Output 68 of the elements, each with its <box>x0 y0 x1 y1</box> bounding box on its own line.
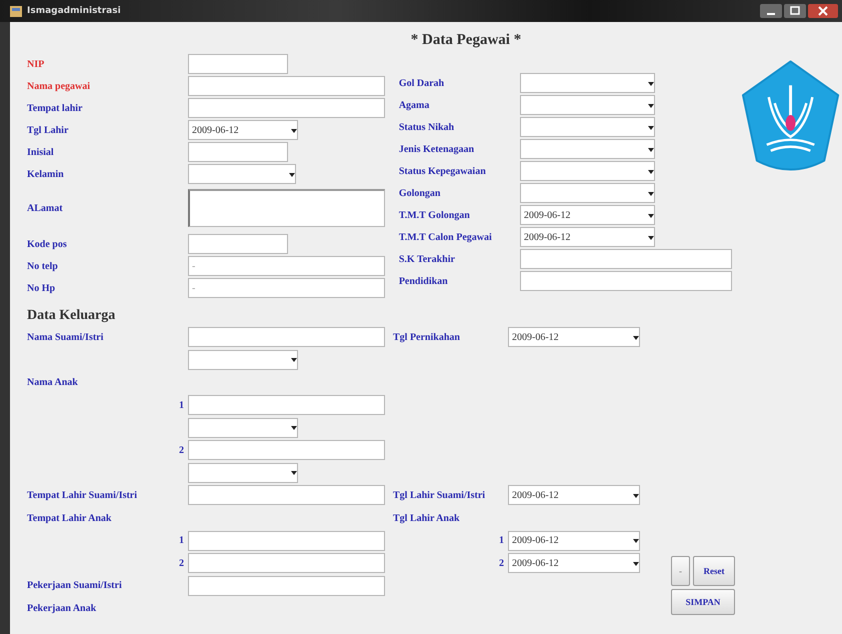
index-number: 1 <box>498 535 505 546</box>
index-number: 1 <box>178 400 185 411</box>
form-title: * Data Pegawai * <box>410 31 522 50</box>
field-label: Nama pegawai <box>27 80 92 92</box>
text-field[interactable] <box>188 553 385 574</box>
field-label: Gol Darah <box>398 78 446 88</box>
text-field[interactable] <box>188 98 385 118</box>
section-heading: Data Keluarga <box>26 307 116 325</box>
field-label: Tempat lahir <box>27 102 84 114</box>
field-label: Tempat Lahir Anak <box>27 512 112 524</box>
field-label: Kode pos <box>27 238 68 250</box>
field-label: Golongan <box>398 188 442 198</box>
text-field[interactable]: - <box>188 278 385 298</box>
maximize-icon[interactable] <box>784 4 806 18</box>
field-label: T.M.T Golongan <box>398 210 471 220</box>
field-label: Inisial <box>27 146 55 158</box>
text-field[interactable] <box>188 54 288 74</box>
field-label: Pekerjaan Anak <box>27 602 98 614</box>
text-field[interactable] <box>188 327 385 348</box>
address-textarea[interactable] <box>188 189 385 227</box>
field-label: NIP <box>27 58 46 70</box>
field-label: Tempat Lahir Suami/Istri <box>27 490 138 501</box>
reset-button[interactable]: Reset <box>693 556 735 586</box>
text-field[interactable] <box>188 234 288 254</box>
index-number: 2 <box>178 558 185 569</box>
text-field[interactable] <box>188 530 385 551</box>
field-label: Tgl Pernikahan <box>393 332 461 343</box>
field-label: Jenis Ketenagaan <box>398 144 476 154</box>
field-label: Tgl Lahir Suami/Istri <box>393 490 486 501</box>
field-label: ALamat <box>27 202 64 214</box>
close-icon[interactable] <box>808 4 838 18</box>
index-number: 1 <box>178 535 185 546</box>
date-picker[interactable]: 2009-06-12 <box>188 120 298 140</box>
date-picker[interactable]: 2009-06-12 <box>508 327 640 348</box>
field-label: Status Nikah <box>398 122 456 132</box>
field-label: Kelamin <box>27 168 65 180</box>
date-picker[interactable]: 2009-06-12 <box>508 530 640 551</box>
date-picker[interactable]: 2009-06-12 <box>508 553 640 574</box>
text-field[interactable] <box>188 485 385 506</box>
window-title: Ismagadministrasi <box>27 6 121 16</box>
save-button[interactable]: SIMPAN <box>671 588 735 615</box>
text-field[interactable] <box>188 76 385 96</box>
text-field[interactable] <box>520 249 732 269</box>
field-label: S.K Terakhir <box>398 254 456 264</box>
date-picker[interactable]: 2009-06-12 <box>520 227 655 247</box>
field-label: Agama <box>398 100 430 110</box>
field-label: Tgl Lahir Anak <box>393 512 461 524</box>
text-field[interactable]: - <box>188 256 385 276</box>
text-field[interactable] <box>520 271 732 291</box>
index-number: 2 <box>498 558 505 569</box>
field-label: No Hp <box>27 282 56 294</box>
field-label: Status Kepegawaian <box>398 166 487 176</box>
minimize-icon[interactable] <box>760 4 782 18</box>
index-number: 2 <box>178 444 185 456</box>
date-picker[interactable]: 2009-06-12 <box>508 485 640 506</box>
field-label: Pendidikan <box>398 276 449 286</box>
field-label: Pekerjaan Suami/Istri <box>27 580 123 592</box>
field-label: Tgl Lahir <box>27 124 70 136</box>
date-picker[interactable]: 2009-06-12 <box>520 205 655 225</box>
field-label: Nama Suami/Istri <box>27 332 104 343</box>
text-field[interactable] <box>188 395 385 416</box>
text-field[interactable] <box>188 142 288 162</box>
field-label: T.M.T Calon Pegawai <box>398 232 493 242</box>
text-field[interactable] <box>188 440 385 460</box>
field-label: No telp <box>27 260 59 272</box>
field-label: Nama Anak <box>27 376 79 388</box>
app-icon <box>10 6 22 16</box>
text-field[interactable] <box>188 576 385 596</box>
